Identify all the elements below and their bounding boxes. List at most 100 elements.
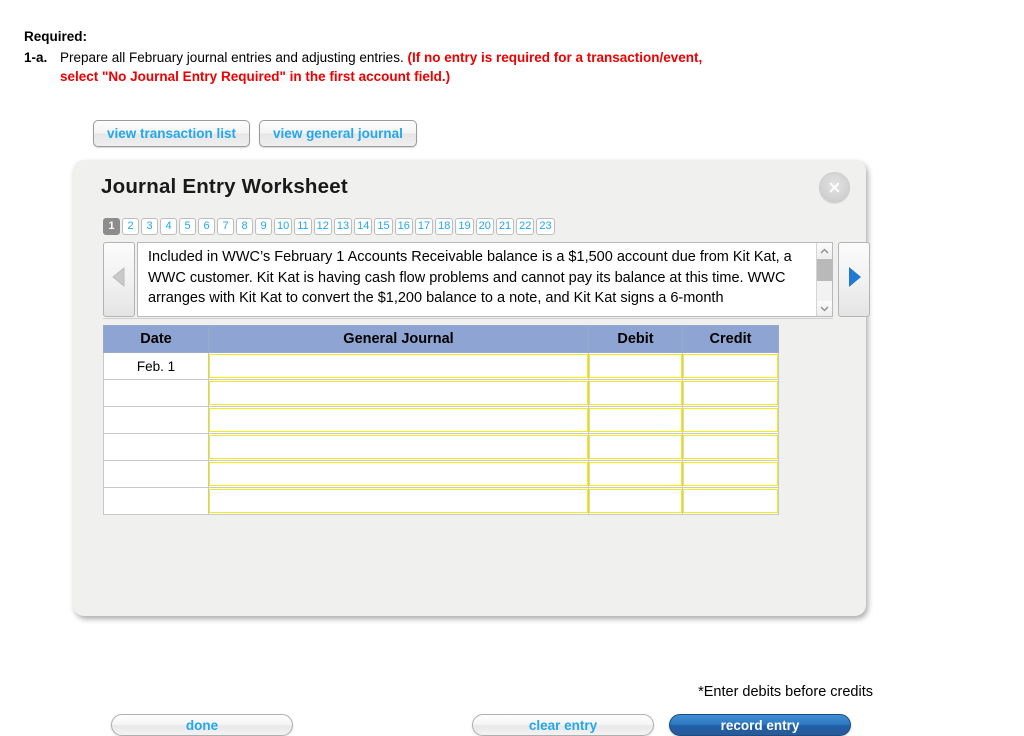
entry-tab-6[interactable]: 6 (198, 218, 215, 235)
cell-date[interactable] (103, 460, 209, 488)
entry-tab-2[interactable]: 2 (122, 218, 139, 235)
credit-input[interactable] (683, 462, 778, 486)
cell-date[interactable] (103, 487, 209, 515)
cell-debit[interactable] (588, 379, 683, 407)
view-buttons-group: view transaction list view general journ… (93, 120, 417, 147)
debit-input[interactable] (589, 408, 682, 432)
credit-input[interactable] (683, 381, 778, 405)
journal-input[interactable] (209, 381, 588, 405)
cell-debit[interactable] (588, 487, 683, 515)
cell-date[interactable] (103, 379, 209, 407)
entry-tab-13[interactable]: 13 (333, 218, 353, 235)
entry-tab-17[interactable]: 17 (414, 218, 434, 235)
entry-tab-3[interactable]: 3 (141, 218, 158, 235)
view-general-journal-button[interactable]: view general journal (259, 120, 417, 147)
required-block: Required: 1-a. Prepare all February jour… (24, 28, 784, 86)
entry-tab-11[interactable]: 11 (294, 218, 312, 235)
cell-journal[interactable] (208, 406, 589, 434)
cell-credit[interactable] (682, 460, 779, 488)
journal-entry-table: Date General Journal Debit Credit Feb. 1 (103, 325, 779, 515)
transaction-description: Included in WWC’s February 1 Accounts Re… (148, 249, 792, 306)
cell-journal[interactable] (208, 487, 589, 515)
cell-credit[interactable] (682, 487, 779, 515)
entry-tab-21[interactable]: 21 (495, 218, 515, 235)
triangle-right-icon (845, 265, 863, 294)
journal-input[interactable] (209, 354, 588, 378)
table-row (103, 406, 779, 434)
cell-debit[interactable] (588, 352, 683, 380)
debit-input[interactable] (589, 435, 682, 459)
credit-input[interactable] (683, 435, 778, 459)
cell-date[interactable] (103, 433, 209, 461)
entry-tab-7[interactable]: 7 (217, 218, 234, 235)
chevron-down-icon[interactable] (817, 301, 832, 316)
journal-table-body: Feb. 1 (103, 352, 779, 515)
entry-tab-22[interactable]: 22 (516, 218, 535, 235)
entry-tab-1[interactable]: 1 (103, 218, 120, 235)
journal-input[interactable] (209, 408, 588, 432)
chevron-up-icon[interactable] (817, 243, 832, 258)
entry-tab-14[interactable]: 14 (354, 218, 373, 235)
next-entry-button[interactable] (838, 242, 870, 317)
triangle-left-icon (111, 266, 127, 293)
credit-input[interactable] (683, 489, 778, 513)
required-item-black-text: Prepare all February journal entries and… (60, 50, 404, 65)
credit-input[interactable] (683, 354, 778, 378)
entry-tab-10[interactable]: 10 (274, 218, 293, 235)
table-header-row: Date General Journal Debit Credit (103, 325, 779, 353)
debit-input[interactable] (589, 354, 682, 378)
debit-input[interactable] (589, 462, 682, 486)
done-button[interactable]: done (111, 714, 293, 736)
journal-input[interactable] (209, 435, 588, 459)
cell-journal[interactable] (208, 352, 589, 380)
clear-entry-button[interactable]: clear entry (472, 714, 654, 736)
transaction-scrollbar[interactable] (816, 243, 832, 316)
transaction-panel: Included in WWC’s February 1 Accounts Re… (103, 242, 833, 317)
previous-entry-button[interactable] (103, 242, 135, 317)
cell-credit[interactable] (682, 379, 779, 407)
close-icon[interactable] (819, 172, 850, 203)
required-item: 1-a. Prepare all February journal entrie… (24, 48, 784, 86)
transaction-text-area: Included in WWC’s February 1 Accounts Re… (137, 242, 833, 317)
panel-divider (103, 318, 833, 319)
column-header-debit: Debit (588, 325, 683, 353)
entry-tab-20[interactable]: 20 (475, 218, 494, 235)
journal-entry-worksheet-dialog: Journal Entry Worksheet 1 2 3 4 5 6 7 8 9 10 11 12 1… (73, 160, 873, 736)
cell-journal[interactable] (208, 433, 589, 461)
column-header-credit: Credit (682, 325, 779, 353)
entry-tab-4[interactable]: 4 (160, 218, 177, 235)
credit-input[interactable] (683, 408, 778, 432)
cell-debit[interactable] (588, 406, 683, 434)
journal-input[interactable] (209, 489, 588, 513)
cell-date[interactable] (103, 406, 209, 434)
cell-debit[interactable] (588, 460, 683, 488)
entry-tab-23[interactable]: 23 (536, 218, 555, 235)
entry-tab-12[interactable]: 12 (313, 218, 332, 235)
entry-tab-15[interactable]: 15 (374, 218, 393, 235)
entry-tab-18[interactable]: 18 (435, 218, 454, 235)
journal-input[interactable] (209, 462, 588, 486)
view-transaction-list-button[interactable]: view transaction list (93, 120, 251, 147)
cell-journal[interactable] (208, 460, 589, 488)
cell-credit[interactable] (682, 406, 779, 434)
scrollbar-thumb[interactable] (817, 259, 832, 281)
cell-date[interactable]: Feb. 1 (103, 352, 209, 380)
entry-tab-5[interactable]: 5 (179, 218, 196, 235)
cell-debit[interactable] (588, 433, 683, 461)
enter-debits-note: *Enter debits before credits (698, 684, 873, 700)
entry-tab-19[interactable]: 19 (455, 218, 474, 235)
cell-journal[interactable] (208, 379, 589, 407)
entry-tab-16[interactable]: 16 (394, 218, 413, 235)
cell-credit[interactable] (682, 433, 779, 461)
debit-input[interactable] (589, 489, 682, 513)
entry-tab-8[interactable]: 8 (236, 218, 253, 235)
entry-number-tabs: 1 2 3 4 5 6 7 8 9 10 11 12 13 14 15 16 17 18 19 20 21 22 23 (103, 218, 555, 235)
column-header-general-journal: General Journal (208, 325, 589, 353)
cell-credit[interactable] (682, 352, 779, 380)
required-item-text: Prepare all February journal entries and… (60, 48, 740, 86)
dialog-title: Journal Entry Worksheet (101, 175, 348, 198)
entry-tab-9[interactable]: 9 (255, 218, 272, 235)
debit-input[interactable] (589, 381, 682, 405)
record-entry-button[interactable]: record entry (669, 714, 851, 736)
required-heading: Required: (24, 29, 88, 44)
